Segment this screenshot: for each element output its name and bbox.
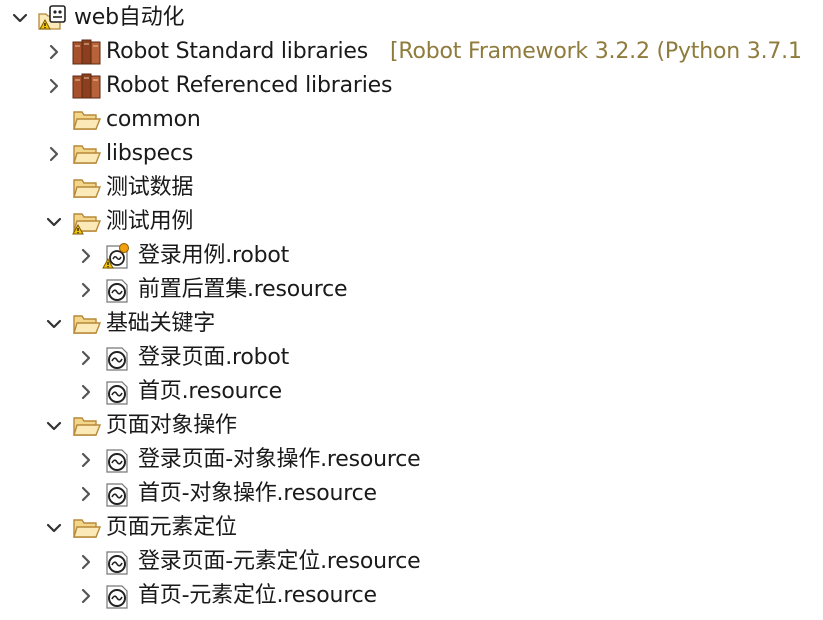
chevron-right-icon[interactable]: [76, 552, 96, 572]
tree-item-file[interactable]: 前置后置集.resource: [0, 273, 823, 307]
project-explorer-tree: web自动化 Robot Standard libraries [Robot F…: [0, 0, 823, 620]
resource-file-icon: [102, 345, 132, 371]
tree-item-folder-page-object-ops[interactable]: 页面对象操作: [0, 409, 823, 443]
resource-file-icon: [102, 447, 132, 473]
tree-item-standard-libraries[interactable]: Robot Standard libraries [Robot Framewor…: [0, 35, 823, 69]
folder-open-icon: [72, 413, 102, 439]
tree-item-label: common: [106, 107, 201, 132]
library-books-icon: [72, 73, 102, 99]
tree-item-file[interactable]: 登录页面-对象操作.resource: [0, 443, 823, 477]
folder-icon: [72, 175, 102, 201]
tree-item-label: 页面对象操作: [106, 413, 237, 438]
tree-item-label: 登录页面.robot: [138, 345, 290, 370]
tree-item-folder-test-cases[interactable]: 测试用例: [0, 205, 823, 239]
tree-item-label: 登录页面-元素定位.resource: [138, 549, 421, 574]
tree-item-file[interactable]: 登录页面-元素定位.resource: [0, 545, 823, 579]
folder-open-icon: [72, 311, 102, 337]
folder-icon: [72, 107, 102, 133]
tree-item-label: Robot Referenced libraries: [106, 73, 393, 98]
chevron-right-icon[interactable]: [44, 42, 64, 62]
chevron-right-icon[interactable]: [76, 586, 96, 606]
chevron-right-icon[interactable]: [76, 348, 96, 368]
chevron-down-icon[interactable]: [44, 416, 64, 436]
resource-file-icon: [102, 379, 132, 405]
tree-item-file[interactable]: 首页-对象操作.resource: [0, 477, 823, 511]
chevron-right-icon[interactable]: [76, 484, 96, 504]
tree-item-label: 页面元素定位: [106, 515, 237, 540]
chevron-right-icon[interactable]: [76, 280, 96, 300]
tree-item-folder-test-data[interactable]: 测试数据: [0, 171, 823, 205]
tree-item-label: 测试用例: [106, 209, 194, 234]
robot-file-warning-icon: [102, 243, 132, 269]
tree-item-label: libspecs: [106, 141, 194, 166]
chevron-right-icon[interactable]: [76, 450, 96, 470]
tree-item-label: web自动化: [74, 5, 185, 30]
tree-item-label: 首页-对象操作.resource: [138, 481, 377, 506]
tree-item-folder-libspecs[interactable]: libspecs: [0, 137, 823, 171]
tree-item-label: 基础关键字: [106, 311, 216, 336]
resource-file-icon: [102, 481, 132, 507]
chevron-right-icon[interactable]: [44, 76, 64, 96]
tree-item-file[interactable]: 首页-元素定位.resource: [0, 579, 823, 613]
tree-item-label: 登录用例.robot: [138, 243, 290, 268]
folder-icon: [72, 141, 102, 167]
robot-project-icon: [38, 5, 68, 31]
tree-item-folder-page-element-locators[interactable]: 页面元素定位: [0, 511, 823, 545]
tree-item-label: 首页-元素定位.resource: [138, 583, 377, 608]
tree-item-folder-common[interactable]: common: [0, 103, 823, 137]
tree-item-label: Robot Standard libraries: [106, 39, 368, 64]
tree-item-file[interactable]: 首页.resource: [0, 375, 823, 409]
library-books-icon: [72, 39, 102, 65]
tree-item-file[interactable]: 登录页面.robot: [0, 341, 823, 375]
tree-item-label: 首页.resource: [138, 379, 282, 404]
tree-item-project[interactable]: web自动化: [0, 1, 823, 35]
chevron-right-icon[interactable]: [76, 382, 96, 402]
tree-item-label: 测试数据: [106, 175, 194, 200]
chevron-right-icon[interactable]: [44, 144, 64, 164]
tree-item-label: 登录页面-对象操作.resource: [138, 447, 421, 472]
tree-item-label: 前置后置集.resource: [138, 277, 348, 302]
folder-open-icon: [72, 515, 102, 541]
chevron-down-icon[interactable]: [10, 8, 30, 28]
resource-file-icon: [102, 549, 132, 575]
chevron-down-icon[interactable]: [44, 212, 64, 232]
chevron-down-icon[interactable]: [44, 314, 64, 334]
chevron-down-icon[interactable]: [44, 518, 64, 538]
resource-file-icon: [102, 277, 132, 303]
tree-item-decoration: [Robot Framework 3.2.2 (Python 3.7.1: [390, 39, 802, 64]
tree-item-file[interactable]: 登录用例.robot: [0, 239, 823, 273]
tree-item-referenced-libraries[interactable]: Robot Referenced libraries: [0, 69, 823, 103]
chevron-right-icon[interactable]: [76, 246, 96, 266]
resource-file-icon: [102, 583, 132, 609]
folder-warning-icon: [72, 209, 102, 235]
tree-item-folder-basic-keywords[interactable]: 基础关键字: [0, 307, 823, 341]
